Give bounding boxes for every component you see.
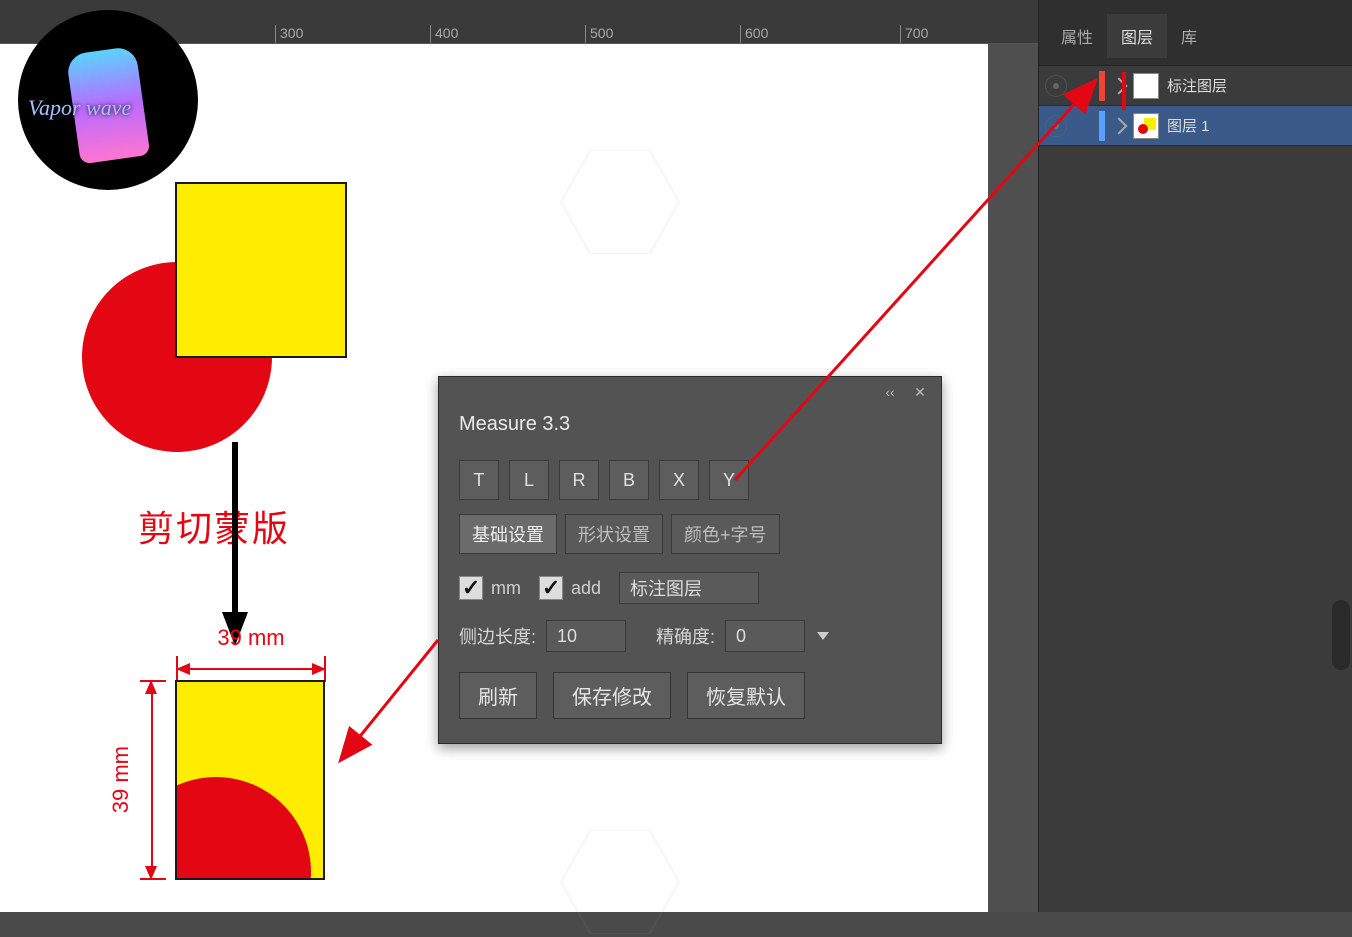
- mm-checkbox[interactable]: [459, 576, 483, 600]
- tab-color-font[interactable]: 颜色+字号: [671, 514, 780, 554]
- edge-right-button[interactable]: R: [559, 460, 599, 500]
- clip-mask-label: 剪切蒙版: [138, 500, 290, 552]
- layer-thumbnail: [1133, 113, 1159, 139]
- tab-properties[interactable]: 属性: [1047, 14, 1107, 58]
- edge-y-button[interactable]: Y: [709, 460, 749, 500]
- ruler-tick: 500: [585, 25, 613, 43]
- canvas-right-gutter: [988, 44, 1038, 912]
- expand-chevron-icon[interactable]: [1111, 77, 1128, 94]
- precision-select[interactable]: [725, 620, 805, 652]
- expand-chevron-icon[interactable]: [1111, 117, 1128, 134]
- down-arrow-icon: [222, 442, 248, 652]
- panel-tab-bar: 属性 图层 库: [1039, 0, 1352, 66]
- yellow-square-shape[interactable]: [175, 182, 347, 358]
- add-checkbox-label: add: [571, 578, 601, 599]
- edge-bottom-button[interactable]: B: [609, 460, 649, 500]
- restore-default-button[interactable]: 恢复默认: [687, 672, 805, 719]
- dimension-horizontal: 39 mm: [176, 625, 326, 675]
- layer-color-icon: [1099, 71, 1105, 101]
- ruler-tick: 700: [900, 25, 928, 43]
- edge-left-button[interactable]: L: [509, 460, 549, 500]
- save-button[interactable]: 保存修改: [553, 672, 671, 719]
- measure-panel-title: Measure 3.3: [439, 407, 941, 450]
- clip-mask-result[interactable]: [175, 680, 325, 880]
- edge-button-row: T L R B X Y: [459, 460, 921, 500]
- measure-panel[interactable]: ‹‹ ✕ Measure 3.3 T L R B X Y 基础设置 形状设置 颜…: [438, 376, 942, 744]
- tab-layers[interactable]: 图层: [1107, 14, 1167, 58]
- measure-panel-titlebar[interactable]: ‹‹ ✕: [439, 377, 941, 407]
- layer-row[interactable]: 图层 1: [1039, 106, 1352, 146]
- side-length-label: 侧边长度:: [459, 623, 536, 649]
- dimension-vertical: 39 mm: [108, 680, 164, 880]
- ruler-tick: 600: [740, 25, 768, 43]
- scrollbar-thumb[interactable]: [1332, 600, 1350, 670]
- visibility-toggle-icon[interactable]: [1045, 115, 1067, 137]
- dimension-v-value: 39 mm: [108, 746, 134, 813]
- layer-thumbnail: [1133, 73, 1159, 99]
- layers-list: 标注图层 图层 1: [1039, 66, 1352, 146]
- panel-close-icon[interactable]: ✕: [913, 385, 927, 399]
- layer-name: 标注图层: [1167, 75, 1227, 96]
- settings-tab-row: 基础设置 形状设置 颜色+字号: [459, 514, 921, 554]
- dropdown-caret-icon[interactable]: [809, 622, 837, 650]
- avatar-logo: Vapor wave: [18, 10, 198, 190]
- layer-name: 图层 1: [1167, 115, 1210, 136]
- avatar-logo-text: Vapor wave: [28, 95, 131, 121]
- add-checkbox[interactable]: [539, 576, 563, 600]
- dimension-h-value: 39 mm: [176, 625, 326, 651]
- layer-name-input[interactable]: [619, 572, 759, 604]
- tab-library[interactable]: 库: [1167, 14, 1211, 58]
- layer-color-icon: [1099, 111, 1105, 141]
- tab-basic-settings[interactable]: 基础设置: [459, 514, 557, 554]
- ruler-tick: 300: [275, 25, 303, 43]
- tab-shape-settings[interactable]: 形状设置: [565, 514, 663, 554]
- side-length-input[interactable]: [546, 620, 626, 652]
- edge-top-button[interactable]: T: [459, 460, 499, 500]
- refresh-button[interactable]: 刷新: [459, 672, 537, 719]
- mm-checkbox-label: mm: [491, 578, 521, 599]
- ruler-tick: 400: [430, 25, 458, 43]
- visibility-toggle-icon[interactable]: [1045, 75, 1067, 97]
- layer-row[interactable]: 标注图层: [1039, 66, 1352, 106]
- panel-minimize-icon[interactable]: ‹‹: [883, 385, 897, 399]
- right-panel: 属性 图层 库 标注图层 图层 1: [1038, 0, 1352, 912]
- edge-x-button[interactable]: X: [659, 460, 699, 500]
- precision-label: 精确度:: [656, 623, 715, 649]
